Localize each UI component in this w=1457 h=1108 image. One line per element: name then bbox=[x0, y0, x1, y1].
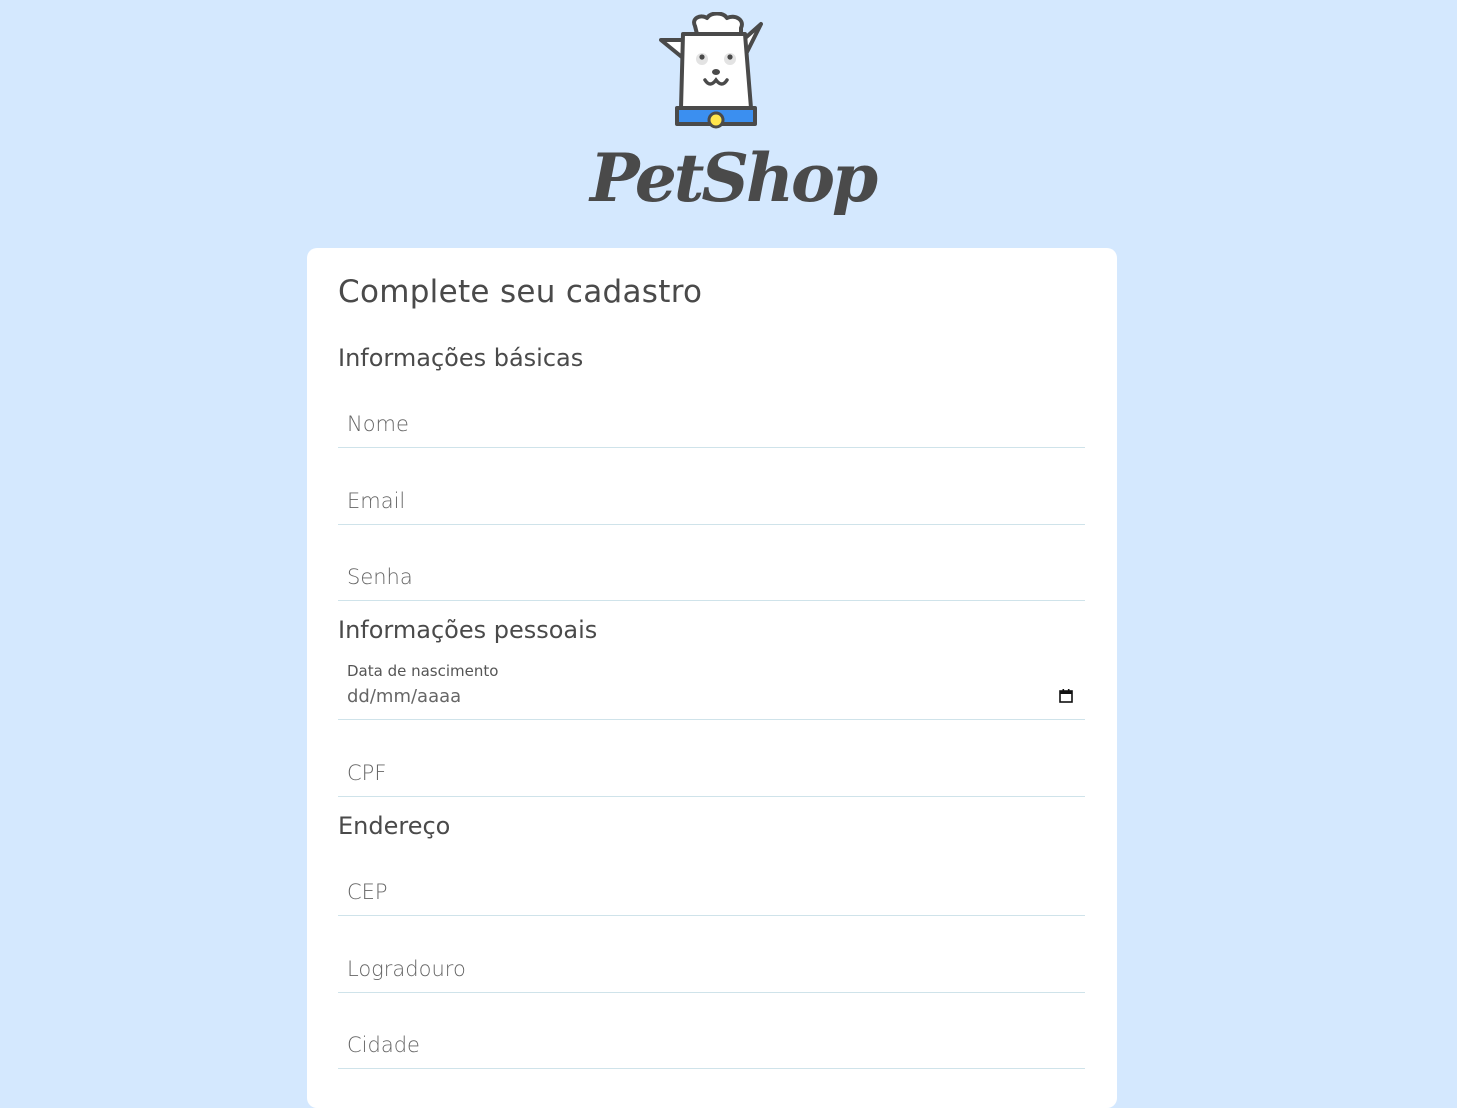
nome-input[interactable] bbox=[338, 400, 1085, 447]
cpf-field bbox=[338, 750, 1085, 797]
nascimento-label: Data de nascimento bbox=[347, 662, 499, 680]
nascimento-input[interactable]: dd/mm/aaaa bbox=[347, 686, 461, 707]
page-title: Complete seu cadastro bbox=[338, 274, 703, 310]
email-field bbox=[338, 478, 1085, 525]
brand-name: PetShop bbox=[590, 139, 878, 217]
nascimento-field[interactable]: Data de nascimento dd/mm/aaaa bbox=[338, 658, 1085, 720]
logradouro-input[interactable] bbox=[338, 946, 1085, 992]
senha-input[interactable] bbox=[338, 554, 1085, 600]
cidade-field bbox=[338, 1022, 1085, 1069]
cep-field bbox=[338, 869, 1085, 916]
senha-field bbox=[338, 554, 1085, 601]
dog-chef-icon bbox=[659, 12, 763, 129]
calendar-icon[interactable] bbox=[1059, 689, 1073, 703]
section-personal-title: Informações pessoais bbox=[338, 616, 598, 644]
header: PetShop bbox=[0, 0, 1457, 248]
cidade-input[interactable] bbox=[338, 1022, 1085, 1068]
cep-input[interactable] bbox=[338, 869, 1085, 915]
signup-card: Complete seu cadastro Informações básica… bbox=[307, 248, 1117, 1108]
email-input[interactable] bbox=[338, 478, 1085, 524]
nome-field bbox=[338, 400, 1085, 448]
section-basic-title: Informações básicas bbox=[338, 344, 584, 372]
cpf-input[interactable] bbox=[338, 750, 1085, 796]
section-address-title: Endereço bbox=[338, 812, 451, 840]
logradouro-field bbox=[338, 946, 1085, 993]
